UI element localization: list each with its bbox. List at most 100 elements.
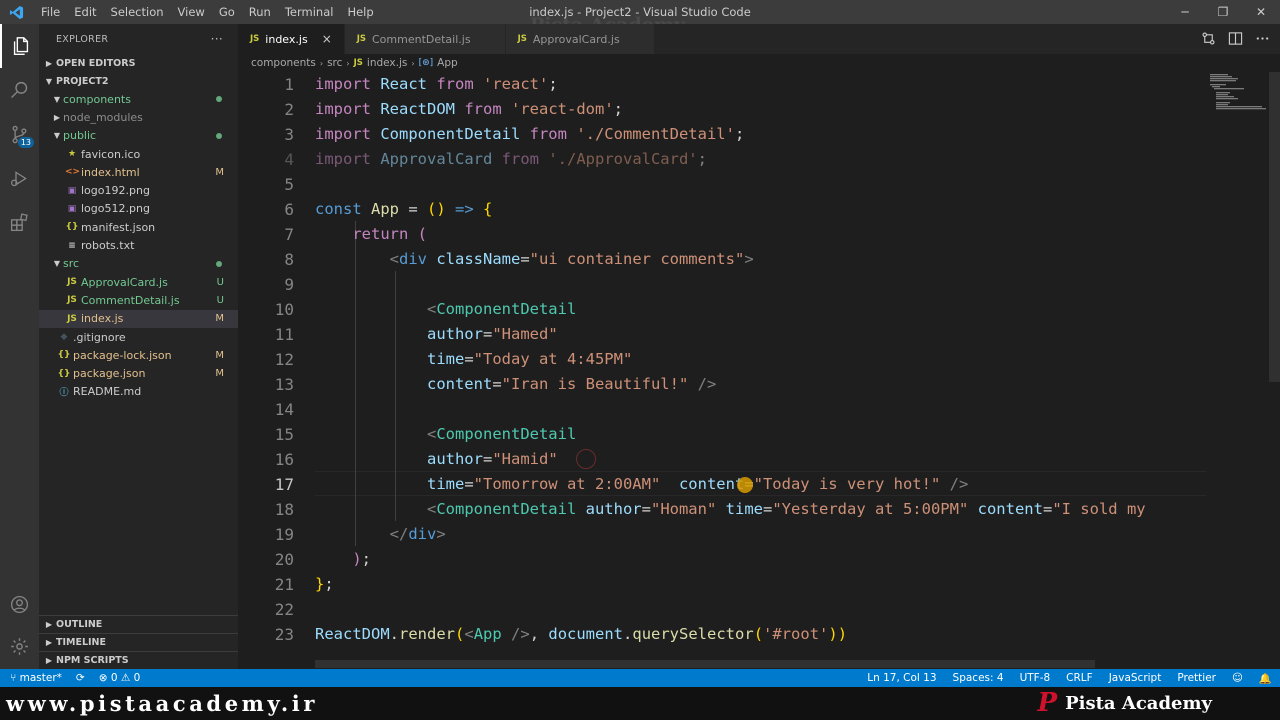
tree-file[interactable]: JS index.js M (39, 309, 238, 328)
notifications-bell-icon[interactable]: 🔔 (1259, 672, 1272, 685)
prettier-status[interactable]: Prettier (1177, 672, 1216, 684)
tree-folder[interactable]: ▼ public (39, 127, 238, 145)
language-mode[interactable]: JavaScript (1109, 672, 1162, 684)
code-line[interactable]: 23 ReactDOM.render(<App />, document.quer… (238, 622, 1206, 647)
cursor-position[interactable]: Ln 17, Col 13 (867, 672, 936, 684)
menu-go[interactable]: Go (212, 5, 242, 19)
timeline-section[interactable]: ▶ TIMELINE (39, 633, 238, 651)
minimap[interactable] (1206, 72, 1266, 669)
explorer-title: EXPLORER (56, 33, 109, 45)
vertical-scrollbar[interactable] (1269, 72, 1280, 669)
minimize-button[interactable]: ─ (1166, 0, 1204, 24)
tree-file[interactable]: {} package-lock.json M (39, 346, 238, 364)
breadcrumb-app[interactable]: App (437, 57, 458, 69)
code-line[interactable]: 9 (238, 272, 1206, 297)
scrollbar-thumb[interactable] (1269, 72, 1280, 382)
tree-file[interactable]: ⓘ README.md (39, 383, 238, 401)
more-actions-button[interactable]: ··· (211, 32, 223, 46)
warning-count: 0 (133, 672, 141, 684)
code-line[interactable]: 7 return ( (238, 222, 1206, 247)
code-line[interactable]: 17 time="Tomorrow at 2:00AM" content="To… (238, 472, 1206, 497)
code-line[interactable]: 13 content="Iran is Beautiful!" /> (238, 372, 1206, 397)
tree-file[interactable]: ≡ robots.txt (39, 236, 238, 254)
close-tab-icon[interactable]: × (322, 32, 334, 46)
tree-folder[interactable]: ▼ src (39, 255, 238, 273)
code-editor[interactable]: 1 import React from 'react'; 2 import Reac… (238, 72, 1206, 669)
menu-run[interactable]: Run (242, 5, 278, 19)
code-text: return ( (315, 222, 427, 247)
menu-terminal[interactable]: Terminal (278, 5, 341, 19)
accounts-button[interactable] (0, 582, 39, 626)
source-control-button[interactable]: 13 (0, 112, 39, 156)
code-token: . (389, 625, 399, 643)
code-line[interactable]: 16 author="Hamid" (238, 447, 1206, 472)
tab-index-js[interactable]: JS index.js × (238, 24, 345, 54)
code-line[interactable]: 5 (238, 172, 1206, 197)
open-editors-section[interactable]: ▶ OPEN EDITORS (39, 54, 238, 72)
code-line[interactable]: 18 <ComponentDetail author="Homan" time=… (238, 497, 1206, 522)
explorer-button[interactable] (0, 24, 39, 68)
tree-file[interactable]: ▣ logo512.png (39, 200, 238, 218)
code-line[interactable]: 20 ); (238, 547, 1206, 572)
git-branch-status[interactable]: ⑂ master* (10, 672, 62, 684)
code-line[interactable]: 3 import ComponentDetail from './CommentD… (238, 122, 1206, 147)
restore-button[interactable]: ❐ (1204, 0, 1242, 24)
code-line[interactable]: 22 (238, 597, 1206, 622)
search-button[interactable] (0, 68, 39, 112)
tree-file[interactable]: {} package.json M (39, 364, 238, 382)
tree-file[interactable]: ▣ logo192.png (39, 181, 238, 199)
manage-button[interactable] (0, 624, 39, 668)
code-line[interactable]: 14 (238, 397, 1206, 422)
menu-file[interactable]: File (34, 5, 67, 19)
code-line[interactable]: 2 import ReactDOM from 'react-dom'; (238, 97, 1206, 122)
breadcrumb-index-js[interactable]: index.js (367, 57, 407, 69)
line-number: 14 (274, 400, 294, 419)
tree-file[interactable]: ◆ .gitignore (39, 328, 238, 346)
chevron-right-icon: ▶ (53, 112, 61, 122)
code-token: => (455, 200, 474, 218)
menu-selection[interactable]: Selection (104, 5, 171, 19)
tab-comment-detail-js[interactable]: JS CommentDetail.js (344, 24, 506, 54)
problems-status[interactable]: ⊗ 0 ⚠ 0 (99, 672, 141, 684)
tree-file[interactable]: {} manifest.json (39, 218, 238, 236)
tree-folder[interactable]: ▶ node_modules (39, 108, 238, 126)
menu-help[interactable]: Help (340, 5, 380, 19)
code-token: './CommentDetail' (576, 125, 735, 143)
tab-approval-card-js[interactable]: JS ApprovalCard.js (505, 24, 655, 54)
outline-section[interactable]: ▶ OUTLINE (39, 615, 238, 633)
tree-file[interactable]: JS ApprovalCard.js U (39, 273, 238, 291)
breadcrumb-components[interactable]: components (251, 57, 316, 69)
tree-file[interactable]: <> index.html M (39, 163, 238, 181)
code-line[interactable]: 11 author="Hamed" (238, 322, 1206, 347)
more-actions-icon[interactable] (1255, 31, 1270, 46)
tree-file[interactable]: JS CommentDetail.js U (39, 291, 238, 309)
breadcrumb-src[interactable]: src (327, 57, 342, 69)
code-line[interactable]: 8 <div className="ui container comments"… (238, 247, 1206, 272)
line-number: 11 (274, 325, 294, 344)
feedback-icon[interactable]: ☺ (1232, 672, 1243, 684)
code-line[interactable]: 6 const App = () => { (238, 197, 1206, 222)
encoding-status[interactable]: UTF-8 (1020, 672, 1051, 684)
run-debug-button[interactable] (0, 156, 39, 200)
code-line[interactable]: 19 </div> (238, 522, 1206, 547)
horizontal-scrollbar[interactable] (315, 660, 1095, 668)
close-window-button[interactable]: ✕ (1242, 0, 1280, 24)
code-line[interactable]: 15 <ComponentDetail (238, 422, 1206, 447)
code-line[interactable]: 4 import ApprovalCard from './ApprovalCar… (238, 147, 1206, 172)
eol-status[interactable]: CRLF (1066, 672, 1093, 684)
code-line[interactable]: 1 import React from 'react'; (238, 72, 1206, 97)
split-editor-icon[interactable] (1228, 31, 1243, 46)
code-line[interactable]: 12 time="Today at 4:45PM" (238, 347, 1206, 372)
project-section[interactable]: ▼ PROJECT2 (39, 72, 238, 90)
sync-button[interactable]: ⟳ (76, 672, 85, 684)
menu-view[interactable]: View (171, 5, 212, 19)
open-changes-icon[interactable] (1201, 31, 1216, 46)
code-line[interactable]: 21}; (238, 572, 1206, 597)
tree-file[interactable]: ★ favicon.ico (39, 145, 238, 163)
npm-scripts-section[interactable]: ▶ NPM SCRIPTS (39, 651, 238, 669)
extensions-button[interactable] (0, 200, 39, 244)
tree-folder[interactable]: ▼ components (39, 90, 238, 108)
code-line[interactable]: 10 <ComponentDetail (238, 297, 1206, 322)
menu-edit[interactable]: Edit (67, 5, 103, 19)
indentation-status[interactable]: Spaces: 4 (953, 672, 1004, 684)
